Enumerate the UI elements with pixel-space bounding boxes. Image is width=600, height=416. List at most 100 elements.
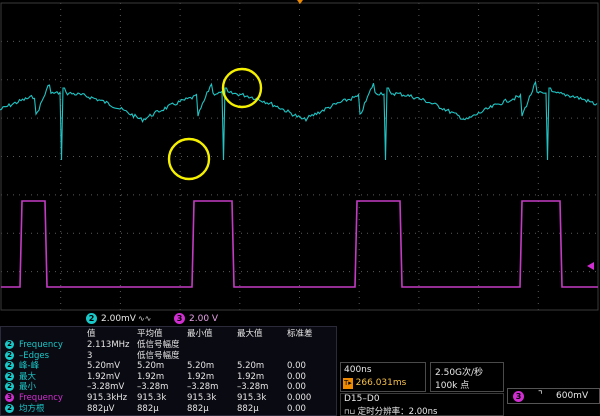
grid-dot — [343, 194, 344, 196]
grid-dot — [299, 9, 300, 10]
grid-dot — [373, 156, 374, 157]
trigger-box[interactable]: 3 ⌝ 600mV — [507, 388, 600, 404]
grid-dot — [418, 21, 420, 22]
grid-dot — [85, 232, 86, 234]
grid-dot — [175, 271, 176, 273]
grid-dot — [145, 232, 146, 234]
grid-dot — [97, 117, 98, 119]
grid-dot — [433, 194, 434, 196]
grid-dot — [307, 156, 308, 157]
grid-dot — [299, 297, 300, 298]
grid-dot — [13, 194, 14, 196]
grid-dot — [379, 194, 380, 196]
measurement-cell: 低信号幅度 — [137, 350, 180, 361]
grid-dot — [235, 156, 236, 157]
grid-dot — [289, 117, 290, 119]
grid-dot — [60, 165, 62, 166]
grid-dot — [199, 232, 200, 234]
grid-dot — [179, 123, 181, 124]
grid-dot — [163, 271, 164, 273]
grid-dot — [493, 271, 494, 273]
grid-dot — [583, 40, 584, 42]
grid-dot — [103, 271, 104, 273]
grid-dot — [145, 271, 146, 273]
grid-dot — [367, 40, 368, 42]
timebase-box[interactable]: 400ns T▸ 266.031ms — [340, 362, 426, 392]
grid-dot — [358, 45, 360, 46]
grid-dot — [61, 40, 62, 42]
grid-dot — [349, 156, 350, 157]
grid-dot — [343, 156, 344, 157]
grid-dot — [119, 291, 121, 292]
grid-dot — [239, 219, 241, 220]
grid-dot — [299, 39, 300, 40]
grid-dot — [217, 79, 218, 81]
grid-dot — [367, 194, 368, 196]
grid-dot — [499, 40, 500, 42]
grid-dot — [325, 117, 326, 119]
grid-dot — [295, 79, 296, 81]
grid-dot — [283, 194, 284, 196]
grid-dot — [239, 285, 241, 286]
grid-dot — [265, 117, 266, 119]
grid-dot — [91, 79, 92, 81]
measurement-cell: 1.92mV — [87, 371, 121, 382]
grid-dot — [181, 271, 182, 273]
grid-dot — [589, 117, 590, 119]
grid-dot — [271, 271, 272, 273]
grid-dot — [418, 171, 420, 172]
sample-rate: 2.50G次/秒 — [435, 368, 484, 378]
grid-dot — [55, 271, 56, 273]
measurement-cell: 0.000 — [287, 393, 312, 403]
grid-dot — [418, 255, 420, 256]
grid-dot — [373, 194, 374, 196]
grid-dot — [239, 63, 241, 64]
grid-dot — [295, 156, 296, 157]
grid-dot — [337, 79, 338, 81]
grid-dot — [119, 105, 121, 106]
grid-dot — [358, 207, 360, 208]
grid-dot — [481, 117, 482, 119]
grid-dot — [493, 117, 494, 119]
grid-dot — [299, 273, 300, 274]
grid-dot — [60, 81, 62, 82]
grid-dot — [295, 194, 296, 196]
grid-dot — [253, 271, 254, 273]
grid-dot — [493, 40, 494, 42]
grid-dot — [433, 271, 434, 273]
grid-dot — [358, 147, 360, 148]
grid-dot — [239, 165, 241, 166]
grid-dot — [505, 40, 506, 42]
grid-dot — [179, 249, 181, 250]
grid-dot — [265, 271, 266, 273]
grid-dot — [299, 231, 300, 232]
grid-dot — [511, 79, 512, 81]
grid-dot — [97, 40, 98, 42]
grid-dot — [409, 232, 410, 234]
grid-dot — [133, 271, 134, 273]
measurement-name: –Edges — [19, 350, 50, 361]
grid-dot — [73, 117, 74, 119]
grid-dot — [139, 79, 140, 81]
grid-dot — [115, 156, 116, 157]
digital-channel-box[interactable]: D15–D0 ⊓⊔ 定时分辨率：2.00ns — [340, 393, 504, 416]
graticule-background — [0, 0, 600, 313]
grid-dot — [119, 69, 121, 70]
grid-dot — [187, 271, 188, 273]
channel-2-scale[interactable]: 2 2.00mV ∿∿ — [86, 313, 151, 325]
grid-dot — [469, 271, 470, 273]
grid-dot — [487, 232, 488, 234]
timing-resolution: ⊓⊔ 定时分辨率：2.00ns — [344, 405, 437, 416]
grid-dot — [37, 117, 38, 119]
grid-dot — [481, 232, 482, 234]
grid-dot — [299, 141, 300, 142]
grid-dot — [511, 194, 512, 196]
grid-dot — [537, 135, 539, 136]
measurement-cell: 1.92m — [237, 371, 265, 382]
grid-dot — [547, 232, 548, 234]
acquisition-box[interactable]: 2.50G次/秒 100k 点 — [430, 362, 504, 392]
grid-dot — [445, 271, 446, 273]
grid-dot — [239, 267, 241, 268]
grid-dot — [223, 271, 224, 273]
channel-3-scale[interactable]: 3 2.00 V — [174, 313, 218, 325]
